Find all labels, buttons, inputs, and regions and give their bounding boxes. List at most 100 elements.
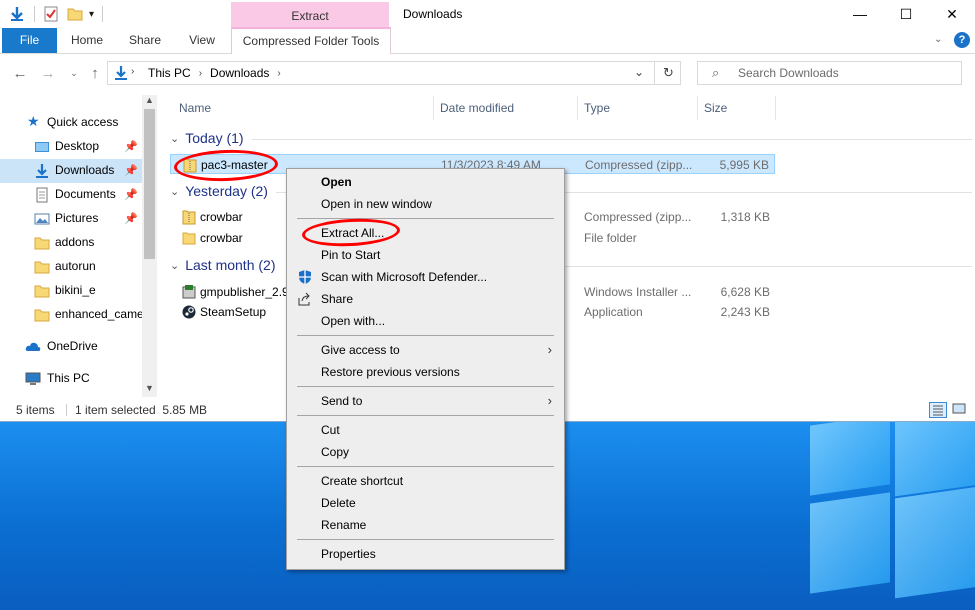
nav-item-enhanced-came[interactable]: enhanced_came bbox=[0, 303, 142, 327]
tab-file[interactable]: File bbox=[2, 28, 57, 53]
address-dropdown-chevron-icon[interactable]: ⌄ bbox=[634, 65, 644, 79]
menu-item-give-access[interactable]: Give access to › bbox=[287, 339, 564, 361]
menu-item-scan-defender[interactable]: Scan with Microsoft Defender... bbox=[287, 266, 564, 288]
nav-item-label: enhanced_came bbox=[55, 307, 142, 321]
menu-item-label: Copy bbox=[321, 445, 350, 459]
pin-icon: 📌 bbox=[124, 165, 138, 177]
group-header-last-month[interactable]: ⌄ Last month (2) bbox=[170, 257, 275, 273]
scroll-up-icon[interactable]: ▲ bbox=[145, 95, 154, 105]
expand-ribbon-chevron-icon[interactable]: ⌄ bbox=[934, 34, 942, 45]
folder-icon bbox=[34, 237, 50, 250]
large-icons-view-icon bbox=[952, 403, 966, 414]
zip-folder-icon bbox=[182, 210, 196, 225]
customize-toolbar-chevron-icon[interactable]: ▾ bbox=[89, 9, 94, 20]
column-divider[interactable] bbox=[577, 96, 578, 120]
menu-item-pin-to-start[interactable]: Pin to Start bbox=[287, 244, 564, 266]
close-button[interactable]: ✕ bbox=[929, 0, 975, 28]
file-name: gmpublisher_2.9 bbox=[200, 285, 289, 299]
download-arrow-icon[interactable] bbox=[8, 5, 26, 23]
nav-item-downloads[interactable]: Downloads 📌 bbox=[0, 159, 142, 183]
nav-item-this-pc[interactable]: This PC bbox=[0, 367, 142, 391]
menu-item-rename[interactable]: Rename bbox=[287, 514, 564, 536]
nav-item-bikini-e[interactable]: bikini_e bbox=[0, 279, 142, 303]
nav-item-label: Documents bbox=[55, 187, 116, 201]
scroll-down-icon[interactable]: ▼ bbox=[145, 383, 154, 393]
breadcrumb-downloads[interactable]: Downloads bbox=[210, 66, 269, 80]
details-view-icon bbox=[933, 405, 943, 416]
breadcrumb-separator-icon: › bbox=[131, 66, 135, 77]
breadcrumb-separator-icon: › bbox=[198, 67, 203, 79]
menu-item-extract-all[interactable]: Extract All... bbox=[287, 222, 564, 244]
maximize-button[interactable]: ☐ bbox=[883, 0, 929, 28]
up-button[interactable]: ↑ bbox=[85, 63, 105, 83]
breadcrumb-this-pc[interactable]: This PC bbox=[148, 66, 191, 80]
minimize-button[interactable]: — bbox=[837, 0, 883, 28]
folder-icon bbox=[34, 309, 50, 322]
address-bar[interactable]: › This PC › Downloads › ⌄ ↻ bbox=[107, 61, 681, 85]
column-header-name[interactable]: Name bbox=[179, 96, 211, 120]
status-item-count: 5 items bbox=[16, 403, 55, 417]
properties-check-icon[interactable] bbox=[43, 6, 59, 22]
menu-item-cut[interactable]: Cut bbox=[287, 419, 564, 441]
folder-icon bbox=[34, 261, 50, 274]
nav-scrollbar-thumb[interactable] bbox=[144, 109, 155, 259]
zip-folder-icon bbox=[183, 158, 197, 173]
nav-item-pictures[interactable]: Pictures 📌 bbox=[0, 207, 142, 231]
status-selection: 1 item selected 5.85 MB bbox=[75, 403, 208, 417]
tab-share[interactable]: Share bbox=[122, 28, 168, 53]
column-divider[interactable] bbox=[775, 96, 776, 120]
menu-item-copy[interactable]: Copy bbox=[287, 441, 564, 463]
menu-item-open-with[interactable]: Open with... bbox=[287, 310, 564, 332]
file-type: Application bbox=[584, 305, 643, 319]
group-label: Last month (2) bbox=[185, 257, 276, 273]
menu-item-open[interactable]: Open bbox=[287, 171, 564, 193]
tab-home[interactable]: Home bbox=[64, 28, 110, 53]
menu-item-label: Restore previous versions bbox=[321, 365, 460, 379]
context-menu: Open Open in new window Extract All... P… bbox=[286, 168, 565, 570]
navigation-pane: ★ Quick access Desktop 📌 Downloads 📌 Doc… bbox=[0, 95, 157, 397]
tab-compressed-folder-tools[interactable]: Compressed Folder Tools bbox=[231, 27, 391, 54]
file-size: 6,628 KB bbox=[720, 285, 770, 299]
group-header-yesterday[interactable]: ⌄ Yesterday (2) bbox=[170, 183, 268, 199]
windows-logo-wallpaper bbox=[800, 420, 975, 610]
forward-button[interactable]: → bbox=[38, 63, 58, 83]
help-icon[interactable]: ? bbox=[954, 32, 970, 48]
tab-view[interactable]: View bbox=[180, 28, 224, 53]
menu-item-send-to[interactable]: Send to › bbox=[287, 390, 564, 412]
nav-scrollbar[interactable]: ▲ ▼ bbox=[142, 95, 157, 397]
column-header-type[interactable]: Type bbox=[584, 96, 610, 120]
menu-item-restore-previous[interactable]: Restore previous versions bbox=[287, 361, 564, 383]
menu-item-create-shortcut[interactable]: Create shortcut bbox=[287, 470, 564, 492]
column-divider[interactable] bbox=[697, 96, 698, 120]
menu-item-label: Send to bbox=[321, 394, 363, 408]
refresh-icon[interactable]: ↻ bbox=[663, 65, 674, 81]
large-icons-view-button[interactable] bbox=[951, 402, 969, 418]
nav-item-label: Downloads bbox=[55, 163, 115, 177]
menu-item-label: Cut bbox=[321, 423, 340, 437]
column-header-date[interactable]: Date modified bbox=[440, 96, 514, 120]
file-type: File folder bbox=[584, 231, 637, 245]
menu-item-properties[interactable]: Properties bbox=[287, 543, 564, 565]
nav-item-quick-access[interactable]: ★ Quick access bbox=[0, 111, 142, 135]
recent-locations-chevron-icon[interactable]: ⌄ bbox=[64, 63, 84, 83]
menu-item-share[interactable]: Share bbox=[287, 288, 564, 310]
collapse-chevron-icon: ⌄ bbox=[170, 185, 180, 198]
nav-item-autorun[interactable]: autorun bbox=[0, 255, 142, 279]
column-divider[interactable] bbox=[433, 96, 434, 120]
group-header-today[interactable]: ⌄ Today (1) bbox=[170, 130, 244, 146]
menu-item-delete[interactable]: Delete bbox=[287, 492, 564, 514]
nav-item-documents[interactable]: Documents 📌 bbox=[0, 183, 142, 207]
computer-icon bbox=[25, 372, 41, 385]
nav-item-desktop[interactable]: Desktop 📌 bbox=[0, 135, 142, 159]
nav-item-onedrive[interactable]: OneDrive bbox=[0, 335, 142, 359]
nav-item-addons[interactable]: addons bbox=[0, 231, 142, 255]
group-label: Today (1) bbox=[185, 130, 244, 146]
menu-item-label: Open with... bbox=[321, 314, 386, 328]
details-view-button[interactable] bbox=[929, 402, 947, 418]
window-title: Downloads bbox=[403, 7, 463, 21]
back-button[interactable]: ← bbox=[10, 63, 30, 83]
menu-item-open-new-window[interactable]: Open in new window bbox=[287, 193, 564, 215]
column-header-size[interactable]: Size bbox=[704, 96, 727, 120]
new-folder-icon[interactable] bbox=[67, 6, 83, 22]
search-box[interactable]: ⌕ Search Downloads bbox=[697, 61, 962, 85]
